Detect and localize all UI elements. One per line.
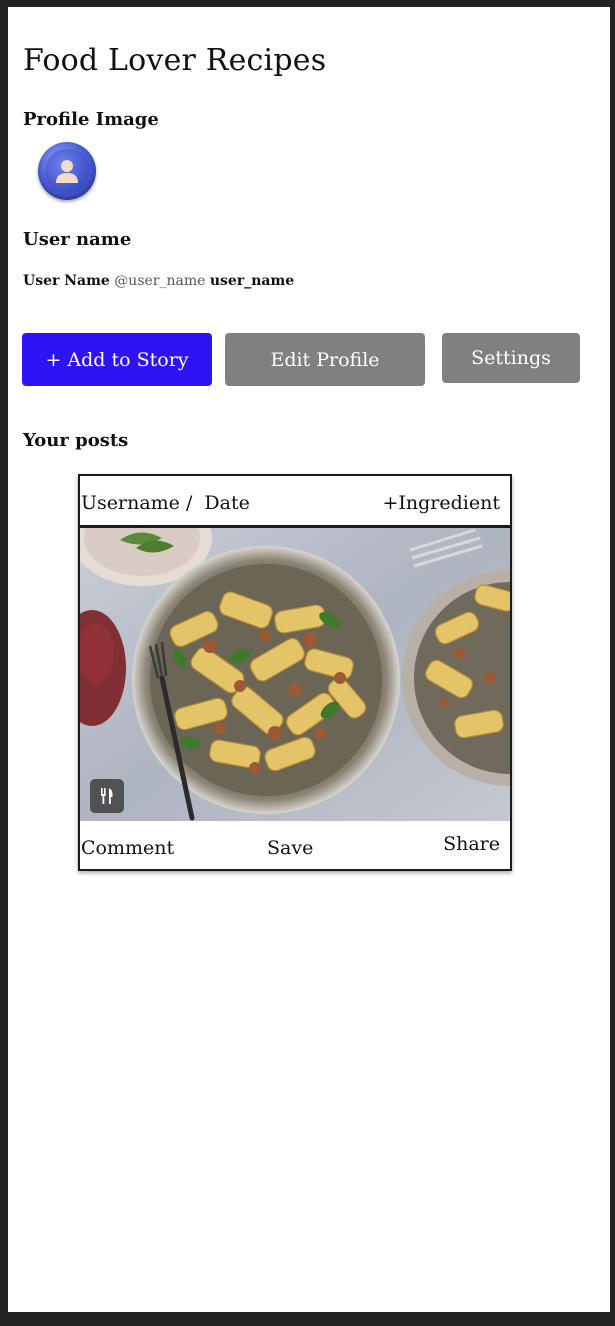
settings-button[interactable]: Settings (442, 333, 580, 383)
username-value: user_name (209, 273, 295, 289)
app-title: Food Lover Recipes (23, 43, 327, 78)
post-image[interactable] (80, 528, 510, 821)
add-ingredient-button[interactable]: +Ingredient (382, 492, 500, 514)
user-identity-line: User Name @user_name user_name (23, 273, 294, 289)
post-actions: Comment Save Share (80, 821, 510, 869)
utensils-icon[interactable] (90, 779, 124, 813)
app-screen: Food Lover Recipes Profile Image User na… (8, 7, 610, 1312)
your-posts-label: Your posts (23, 430, 129, 451)
save-button[interactable]: Save (267, 837, 313, 859)
share-button[interactable]: Share (443, 833, 500, 855)
avatar[interactable] (38, 142, 96, 200)
post-meta[interactable]: Username / Date (81, 492, 250, 514)
post-header: Username / Date +Ingredient (80, 476, 510, 528)
user-handle: @user_name (114, 273, 206, 289)
user-icon (56, 160, 78, 183)
username-label: User name (23, 229, 132, 250)
profile-image-label: Profile Image (23, 109, 159, 130)
edit-profile-button[interactable]: Edit Profile (225, 333, 425, 386)
fork-knife-icon (101, 788, 113, 804)
comment-button[interactable]: Comment (81, 837, 174, 859)
add-to-story-button[interactable]: + Add to Story (22, 333, 212, 386)
pasta-photo (80, 528, 510, 821)
post-card: Username / Date +Ingredient Comment Save… (78, 474, 512, 871)
display-name: User Name (23, 273, 110, 289)
avatar-inner (45, 149, 89, 193)
